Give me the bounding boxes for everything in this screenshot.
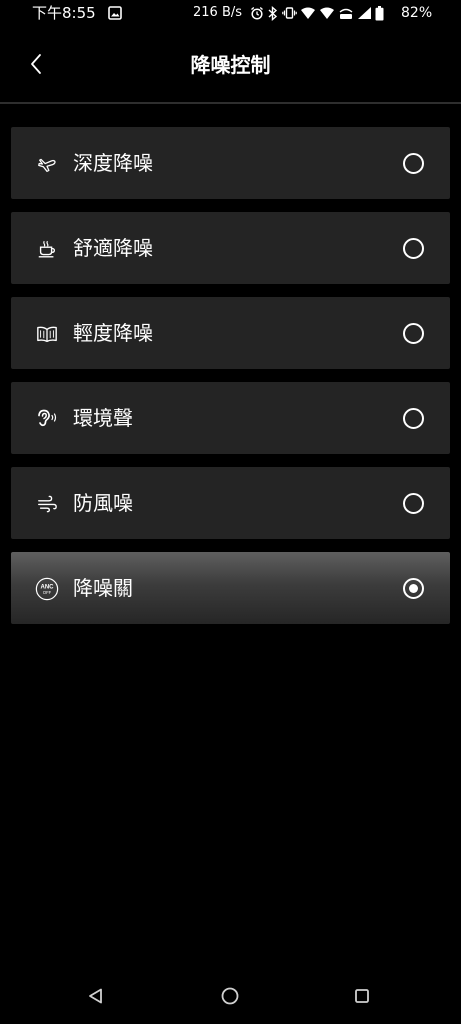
cellular-signal-icon: [357, 6, 372, 20]
circle-home-icon: [220, 986, 240, 1010]
option-label: 防風噪: [73, 491, 133, 515]
radio-button[interactable]: [403, 323, 424, 344]
status-bar: 下午8:55 216 B/s 82%: [0, 0, 461, 26]
svg-text:OFF: OFF: [43, 590, 52, 595]
ear-sound-icon: [35, 407, 59, 431]
option-light-anc[interactable]: 輕度降噪: [11, 297, 450, 369]
battery-percent: 82%: [401, 5, 433, 21]
airplane-icon: [35, 152, 59, 176]
battery-icon: [375, 5, 384, 21]
option-anc-off[interactable]: ANC OFF 降噪關: [11, 552, 450, 624]
coffee-cup-icon: [35, 237, 59, 261]
open-book-icon: [35, 322, 59, 346]
volte-icon: [338, 6, 354, 20]
network-speed: 216 B/s: [193, 5, 243, 20]
nav-recents-button[interactable]: [348, 984, 376, 1012]
wifi-icon: [300, 6, 316, 20]
wifi-secondary-icon: [319, 6, 335, 20]
option-wind-noise[interactable]: 防風噪: [11, 467, 450, 539]
gallery-notification-icon: [108, 5, 122, 20]
radio-button-selected[interactable]: [403, 578, 424, 599]
option-label: 深度降噪: [73, 151, 153, 175]
option-ambient-sound[interactable]: 環境聲: [11, 382, 450, 454]
page-title: 降噪控制: [190, 53, 271, 77]
system-navigation-bar: [0, 970, 461, 1024]
bluetooth-icon: [267, 5, 279, 21]
option-label: 環境聲: [73, 406, 133, 430]
option-label: 輕度降噪: [73, 321, 153, 345]
alarm-icon: [250, 6, 264, 20]
nav-back-button[interactable]: [82, 984, 110, 1012]
option-label: 降噪關: [73, 576, 133, 600]
status-time: 下午8:55: [32, 4, 96, 22]
radio-button[interactable]: [403, 153, 424, 174]
option-deep-anc[interactable]: 深度降噪: [11, 127, 450, 199]
vibrate-icon: [282, 6, 297, 20]
triangle-back-icon: [87, 987, 105, 1009]
option-label: 舒適降噪: [73, 236, 153, 260]
radio-button[interactable]: [403, 493, 424, 514]
anc-off-icon: ANC OFF: [35, 577, 59, 601]
nav-home-button[interactable]: [216, 984, 244, 1012]
noise-control-option-list: 深度降噪 舒適降噪 輕度降噪 環境聲 防風噪 ANC OFF 降噪關: [11, 127, 450, 637]
header: 降噪控制: [0, 30, 461, 104]
option-comfort-anc[interactable]: 舒適降噪: [11, 212, 450, 284]
radio-button[interactable]: [403, 408, 424, 429]
square-recents-icon: [353, 987, 371, 1009]
wind-icon: [35, 492, 59, 516]
radio-button[interactable]: [403, 238, 424, 259]
